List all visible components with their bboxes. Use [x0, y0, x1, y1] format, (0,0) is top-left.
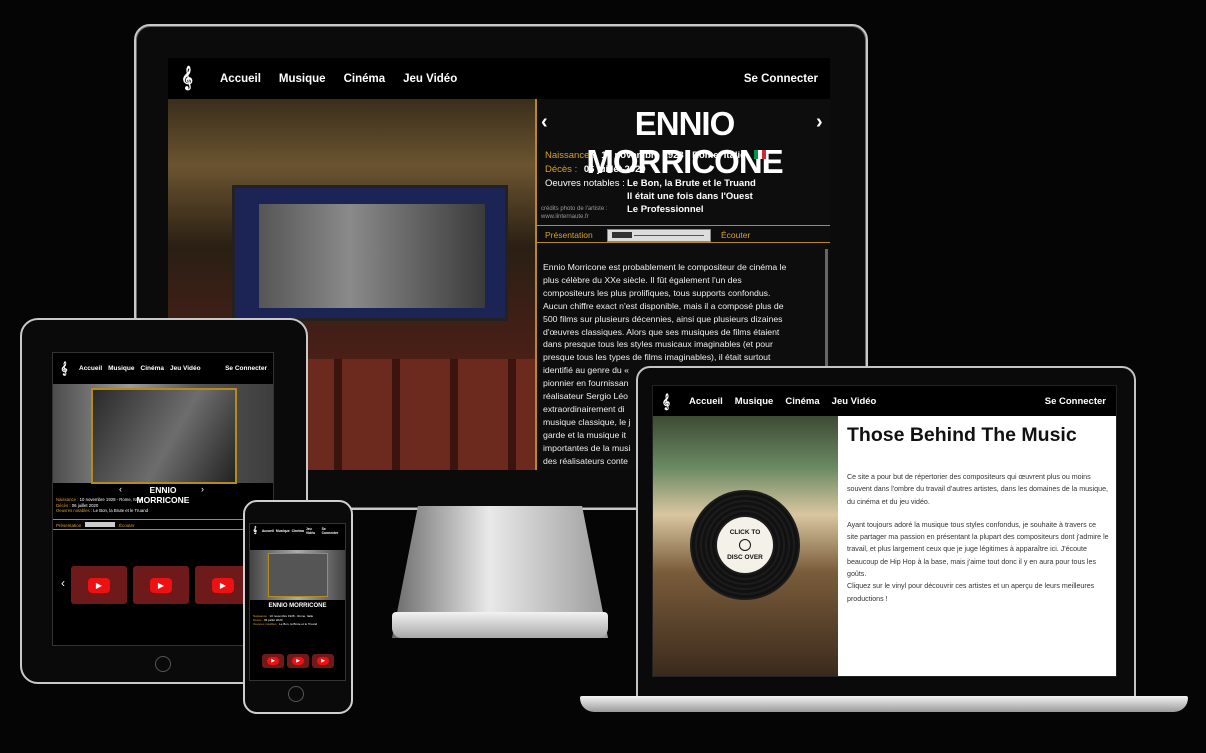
artist-info: Naissance : 10 novembre 1928 - Rome, Ita… — [56, 497, 148, 513]
login-link[interactable]: Se Connecter — [225, 365, 267, 372]
death-row: Décès : 06 juillet 2020 — [545, 163, 646, 176]
artist-photo — [250, 550, 345, 600]
nav-item-jeu-video[interactable]: Jeu Vidéo — [832, 396, 877, 407]
tab-presentation[interactable]: Présentation — [56, 523, 81, 528]
intro-paragraph: Ce site a pour but de répertorier des co… — [847, 473, 1108, 506]
nav-item-musique[interactable]: Musique — [735, 396, 774, 407]
intro-paragraph: Ayant toujours adoré la musique tous sty… — [847, 520, 1109, 579]
next-arrow-icon[interactable]: › — [816, 111, 823, 134]
phone-screen: 𝄞 Accueil Musique Cinéma Jeu Vidéo Se Co… — [249, 523, 346, 681]
treble-clef-icon[interactable]: 𝄞 — [250, 527, 260, 535]
divider — [53, 529, 273, 530]
tablet-home-button — [155, 656, 171, 672]
divider — [537, 242, 830, 243]
nav-item-cinema[interactable]: Cinéma — [785, 396, 819, 407]
laptop-base — [580, 696, 1188, 712]
tablet-screen: 𝄞 Accueil Musique Cinéma Jeu Vidéo Se Co… — [52, 352, 274, 646]
video-thumbnail[interactable]: ▶ — [312, 654, 334, 668]
treble-clef-icon[interactable]: 𝄞 — [55, 361, 73, 376]
video-thumbnail[interactable]: ▶ — [287, 654, 309, 668]
navbar: 𝄞 Accueil Musique Cinéma Jeu Vidéo Se Co… — [53, 353, 273, 384]
vinyl-label: CLICK TO DISC OVER — [717, 517, 773, 573]
record-store-image: CLICK TO DISC OVER — [653, 416, 838, 676]
italy-flag-icon — [754, 150, 767, 159]
page-title: Those Behind The Music — [847, 424, 1077, 446]
nav-item-musique[interactable]: Musique — [279, 73, 326, 85]
birth-label: Naissance : — [545, 150, 595, 161]
treble-clef-icon[interactable]: 𝄞 — [172, 67, 202, 90]
tab-listen[interactable]: Écouter — [721, 230, 750, 240]
youtube-play-icon: ▶ — [212, 577, 234, 593]
divider — [537, 225, 830, 226]
navbar: 𝄞 Accueil Musique Cinéma Jeu Vidéo Se Co… — [250, 524, 345, 538]
youtube-play-icon: ▶ — [267, 657, 279, 665]
nav-item-musique[interactable]: Musique — [108, 365, 134, 372]
treble-clef-icon[interactable]: 𝄞 — [655, 393, 677, 410]
nav-item-jeu-video[interactable]: Jeu Vidéo — [306, 527, 322, 535]
youtube-play-icon: ▶ — [150, 577, 172, 593]
navbar: 𝄞 Accueil Musique Cinéma Jeu Vidéo Se Co… — [653, 386, 1116, 416]
audio-player[interactable] — [607, 229, 711, 242]
works-label: Oeuvres notables : — [545, 178, 625, 189]
cinema-screen-image — [232, 185, 508, 321]
next-arrow-icon[interactable]: › — [201, 484, 204, 494]
death-label: Décès : — [545, 164, 578, 175]
nav-item-cinema[interactable]: Cinéma — [344, 73, 386, 85]
login-link[interactable]: Se Connecter — [744, 73, 818, 85]
nav-item-accueil[interactable]: Accueil — [79, 365, 102, 372]
youtube-play-icon: ▶ — [292, 657, 304, 665]
video-thumbnail[interactable]: ▶ — [262, 654, 284, 668]
artist-photo — [53, 384, 273, 484]
tab-listen[interactable]: Écouter — [119, 523, 135, 528]
work-item: Le Bon, la Brute et le Truand — [627, 178, 756, 189]
laptop-screen: 𝄞 Accueil Musique Cinéma Jeu Vidéo Se Co… — [652, 385, 1117, 677]
phone-home-button — [288, 686, 304, 702]
audio-player[interactable] — [85, 522, 115, 527]
youtube-play-icon: ▶ — [317, 657, 329, 665]
video-thumbnail[interactable]: ▶ — [71, 566, 127, 604]
nav-item-jeu-video[interactable]: Jeu Vidéo — [170, 365, 201, 372]
tab-presentation[interactable]: Présentation — [545, 230, 593, 240]
vinyl-disc-button[interactable]: CLICK TO DISC OVER — [690, 490, 800, 600]
monitor-base — [392, 612, 608, 638]
divider — [53, 519, 273, 520]
nav-item-accueil[interactable]: Accueil — [262, 529, 274, 533]
nav-item-cinema[interactable]: Cinéma — [292, 529, 304, 533]
nav-item-accueil[interactable]: Accueil — [220, 73, 261, 85]
nav-item-jeu-video[interactable]: Jeu Vidéo — [403, 73, 457, 85]
nav-item-musique[interactable]: Musique — [276, 529, 290, 533]
youtube-play-icon: ▶ — [88, 577, 110, 593]
intro-text: Ce site a pour but de répertorier des co… — [847, 471, 1109, 616]
intro-paragraph: Cliquez sur le vinyl pour découvrir ces … — [847, 582, 1095, 603]
login-link[interactable]: Se Connecter — [1045, 396, 1106, 407]
photo-credits: crédits photo de l'artiste : www.lintern… — [541, 206, 608, 220]
works-list: Le Bon, la Brute et le Truand Il était u… — [627, 177, 756, 216]
artist-name: ENNIO MORRICONE — [268, 603, 327, 609]
work-item: Le Professionnel — [627, 204, 704, 215]
birth-row: Naissance : 10 novembre 1928 - Rome, Ita… — [545, 149, 767, 162]
video-thumbnail[interactable]: ▶ — [133, 566, 189, 604]
artist-info: Naissance : 10 novembre 1928 - Rome, Ita… — [253, 614, 318, 626]
nav-item-accueil[interactable]: Accueil — [689, 396, 723, 407]
login-link[interactable]: Se Connecter — [322, 527, 343, 535]
carousel-prev-icon[interactable]: ‹ — [61, 576, 65, 590]
scrollbar[interactable] — [825, 249, 828, 369]
prev-arrow-icon[interactable]: ‹ — [119, 484, 122, 494]
work-item: Il était une fois dans l'Ouest — [627, 191, 753, 202]
navbar: 𝄞 Accueil Musique Cinéma Jeu Vidéo Se Co… — [168, 58, 830, 99]
nav-item-cinema[interactable]: Cinéma — [141, 365, 164, 372]
death-value: 06 juillet 2020 — [583, 164, 646, 175]
birth-value: 10 novembre 1928 - Rome, Italie — [601, 150, 746, 161]
